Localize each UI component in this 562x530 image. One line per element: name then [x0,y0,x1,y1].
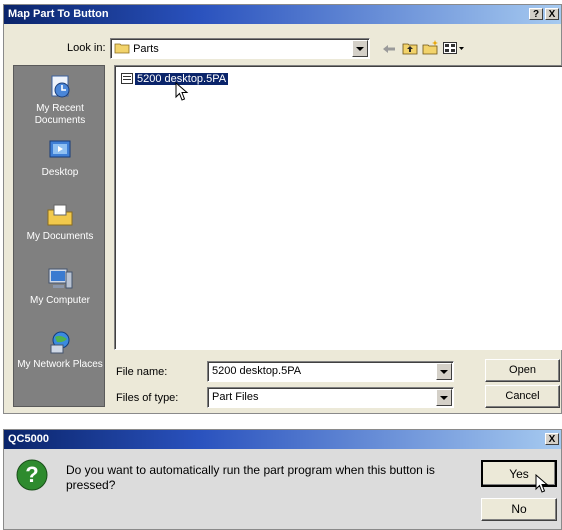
file-type-select[interactable]: Part Files [207,387,454,408]
up-folder-icon[interactable] [402,41,418,55]
place-label: My Network Places [17,359,103,370]
dialog-title: QC5000 [8,433,49,445]
network-places-icon [50,331,70,354]
places-bar: My Recent Documents Desktop My Documents [13,65,105,407]
map-part-dialog: Map Part To Button ? X Look in: Parts My… [3,4,562,414]
qc5000-dialog: QC5000 X ? Do you want to automatically … [3,429,562,530]
question-icon: ? [16,459,48,491]
file-type-dropdown-button[interactable] [436,389,452,406]
close-button[interactable]: X [545,8,559,20]
file-name-label: File name: [116,366,168,378]
place-my-documents[interactable]: My Documents [14,202,106,243]
help-button[interactable]: ? [529,8,543,20]
file-name-dropdown-button[interactable] [436,363,452,380]
dialog-title-bar[interactable]: Map Part To Button ? X [4,5,561,24]
place-label: My Computer [29,295,90,306]
file-type-label: Files of type: [116,392,179,404]
look-in-label: Look in: [67,42,106,54]
cancel-button[interactable]: Cancel [485,385,560,408]
file-type-value: Part Files [212,391,259,403]
look-in-combo[interactable]: Parts [110,38,370,59]
back-arrow-icon[interactable] [382,43,396,55]
place-desktop[interactable]: Desktop [14,138,106,179]
close-button[interactable]: X [545,433,559,445]
desktop-icon [49,140,71,158]
place-label: My Documents [26,231,94,242]
new-folder-icon[interactable] [422,40,439,55]
place-label: My Recent Documents [34,103,86,126]
file-name-value: 5200 desktop.5PA [212,365,302,377]
folder-icon [114,43,130,54]
dialog-title-bar[interactable]: QC5000 X [4,430,561,449]
open-button[interactable]: Open [485,359,560,382]
mouse-cursor-icon [535,474,549,493]
look-in-value: Parts [133,43,159,55]
my-computer-icon [48,268,73,289]
no-button[interactable]: No [481,498,557,521]
svg-text:?: ? [25,462,38,487]
view-menu-icon[interactable] [443,42,465,54]
place-recent-documents[interactable]: My Recent Documents [14,74,106,127]
dialog-title: Map Part To Button [8,8,109,20]
file-list[interactable]: 5200 desktop.5PA [114,65,562,350]
my-documents-icon [47,204,73,226]
mouse-cursor-icon [175,82,189,101]
recent-documents-icon [51,75,70,98]
place-my-computer[interactable]: My Computer [14,266,106,307]
part-file-icon [121,73,133,84]
file-name-field[interactable]: 5200 desktop.5PA [207,361,454,382]
place-my-network-places[interactable]: My Network Places [14,330,106,371]
look-in-dropdown-button[interactable] [352,40,368,57]
dialog-message: Do you want to automatically run the par… [66,463,435,492]
place-label: Desktop [41,167,79,178]
